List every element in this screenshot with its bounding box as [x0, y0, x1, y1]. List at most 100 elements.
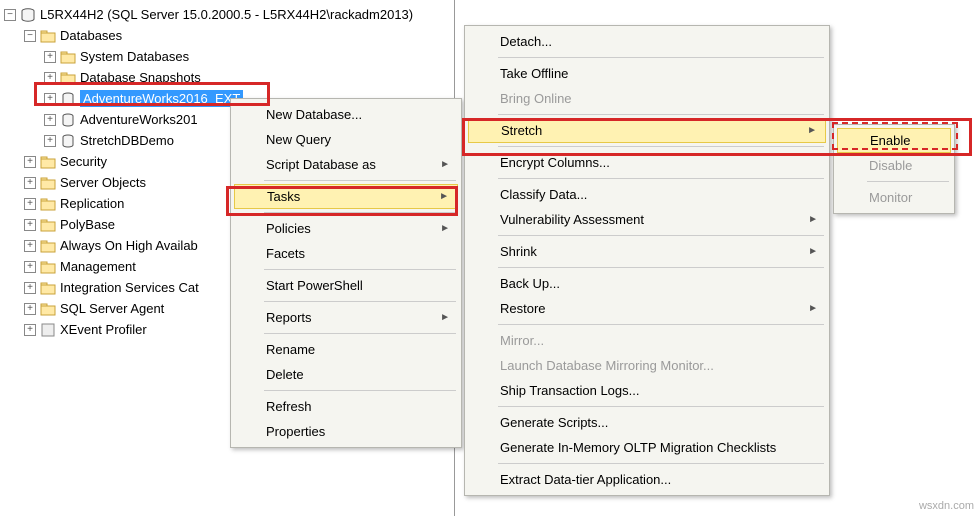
menu-item-bring-online: Bring Online: [468, 86, 826, 111]
tree-label: Integration Services Cat: [60, 280, 199, 295]
database-icon: [60, 91, 76, 107]
menu-separator: [264, 390, 456, 391]
menu-item-start-powershell[interactable]: Start PowerShell: [234, 273, 458, 298]
menu-separator: [498, 146, 824, 147]
menu-item-disable: Disable: [837, 153, 951, 178]
expand-icon[interactable]: +: [24, 303, 36, 315]
menu-item-properties[interactable]: Properties: [234, 419, 458, 444]
menu-item-enable[interactable]: Enable: [837, 128, 951, 153]
tree-label: SQL Server Agent: [60, 301, 164, 316]
menu-item-monitor: Monitor: [837, 185, 951, 210]
submenu-tasks: Detach... Take Offline Bring Online Stre…: [464, 25, 830, 496]
collapse-icon[interactable]: −: [4, 9, 16, 21]
tree-label: Databases: [60, 28, 122, 43]
expand-icon[interactable]: +: [44, 93, 56, 105]
folder-icon: [60, 70, 76, 86]
menu-item-stretch[interactable]: Stretch: [468, 118, 826, 143]
menu-item-new-query[interactable]: New Query: [234, 127, 458, 152]
menu-separator: [264, 180, 456, 181]
database-icon: [60, 133, 76, 149]
expand-icon[interactable]: +: [24, 219, 36, 231]
context-menu-database: New Database... New Query Script Databas…: [230, 98, 462, 448]
folder-icon: [40, 238, 56, 254]
menu-item-generate-oltp-checklists[interactable]: Generate In-Memory OLTP Migration Checkl…: [468, 435, 826, 460]
menu-item-facets[interactable]: Facets: [234, 241, 458, 266]
tree-node-snapshots[interactable]: + Database Snapshots: [0, 67, 454, 88]
expand-icon[interactable]: +: [24, 282, 36, 294]
tree-label: Database Snapshots: [80, 70, 201, 85]
folder-icon: [40, 196, 56, 212]
tree-node-server[interactable]: − L5RX44H2 (SQL Server 15.0.2000.5 - L5R…: [0, 4, 454, 25]
menu-item-launch-mirroring-monitor: Launch Database Mirroring Monitor...: [468, 353, 826, 378]
menu-separator: [867, 181, 949, 182]
menu-separator: [264, 212, 456, 213]
menu-item-script-database-as[interactable]: Script Database as: [234, 152, 458, 177]
database-icon: [60, 112, 76, 128]
menu-item-tasks[interactable]: Tasks: [234, 184, 458, 209]
menu-item-detach[interactable]: Detach...: [468, 29, 826, 54]
tree-label: Management: [60, 259, 136, 274]
tree-label: AdventureWorks201: [80, 112, 198, 127]
expand-icon[interactable]: +: [24, 177, 36, 189]
tree-label: System Databases: [80, 49, 189, 64]
tree-label: PolyBase: [60, 217, 115, 232]
menu-item-ship-transaction-logs[interactable]: Ship Transaction Logs...: [468, 378, 826, 403]
menu-separator: [498, 406, 824, 407]
menu-item-rename[interactable]: Rename: [234, 337, 458, 362]
menu-item-extract-dac[interactable]: Extract Data-tier Application...: [468, 467, 826, 492]
menu-item-refresh[interactable]: Refresh: [234, 394, 458, 419]
menu-item-reports[interactable]: Reports: [234, 305, 458, 330]
menu-separator: [498, 178, 824, 179]
folder-icon: [40, 217, 56, 233]
menu-separator: [498, 267, 824, 268]
menu-separator: [498, 463, 824, 464]
folder-icon: [60, 49, 76, 65]
tree-label: Server Objects: [60, 175, 146, 190]
menu-item-policies[interactable]: Policies: [234, 216, 458, 241]
menu-separator: [264, 301, 456, 302]
menu-item-delete[interactable]: Delete: [234, 362, 458, 387]
submenu-stretch: Enable Disable Monitor: [833, 124, 955, 214]
expand-icon[interactable]: +: [24, 240, 36, 252]
menu-item-back-up[interactable]: Back Up...: [468, 271, 826, 296]
expand-icon[interactable]: +: [44, 135, 56, 147]
tree-node-databases[interactable]: − Databases: [0, 25, 454, 46]
tree-label: StretchDBDemo: [80, 133, 174, 148]
menu-separator: [264, 333, 456, 334]
menu-item-mirror: Mirror...: [468, 328, 826, 353]
menu-item-classify-data[interactable]: Classify Data...: [468, 182, 826, 207]
menu-item-generate-scripts[interactable]: Generate Scripts...: [468, 410, 826, 435]
collapse-icon[interactable]: −: [24, 30, 36, 42]
expand-icon[interactable]: +: [24, 324, 36, 336]
menu-separator: [498, 235, 824, 236]
menu-item-take-offline[interactable]: Take Offline: [468, 61, 826, 86]
menu-item-vulnerability-assessment[interactable]: Vulnerability Assessment: [468, 207, 826, 232]
menu-separator: [264, 269, 456, 270]
menu-separator: [498, 324, 824, 325]
tree-label: L5RX44H2 (SQL Server 15.0.2000.5 - L5RX4…: [40, 7, 413, 22]
menu-separator: [498, 57, 824, 58]
xevent-icon: [40, 322, 56, 338]
folder-icon: [40, 301, 56, 317]
expand-icon[interactable]: +: [44, 114, 56, 126]
expand-icon[interactable]: +: [44, 51, 56, 63]
menu-item-new-database[interactable]: New Database...: [234, 102, 458, 127]
expand-icon[interactable]: +: [24, 261, 36, 273]
expand-icon[interactable]: +: [24, 198, 36, 210]
tree-node-system-databases[interactable]: + System Databases: [0, 46, 454, 67]
folder-icon: [40, 154, 56, 170]
expand-icon[interactable]: +: [24, 156, 36, 168]
server-icon: [20, 7, 36, 23]
folder-icon: [40, 259, 56, 275]
folder-icon: [40, 28, 56, 44]
tree-label-selected: AdventureWorks2016_EXT: [80, 90, 243, 107]
menu-item-shrink[interactable]: Shrink: [468, 239, 826, 264]
tree-label: XEvent Profiler: [60, 322, 147, 337]
folder-icon: [40, 175, 56, 191]
menu-item-encrypt-columns[interactable]: Encrypt Columns...: [468, 150, 826, 175]
menu-item-restore[interactable]: Restore: [468, 296, 826, 321]
menu-separator: [498, 114, 824, 115]
tree-label: Replication: [60, 196, 124, 211]
expand-icon[interactable]: +: [44, 72, 56, 84]
tree-label: Security: [60, 154, 107, 169]
